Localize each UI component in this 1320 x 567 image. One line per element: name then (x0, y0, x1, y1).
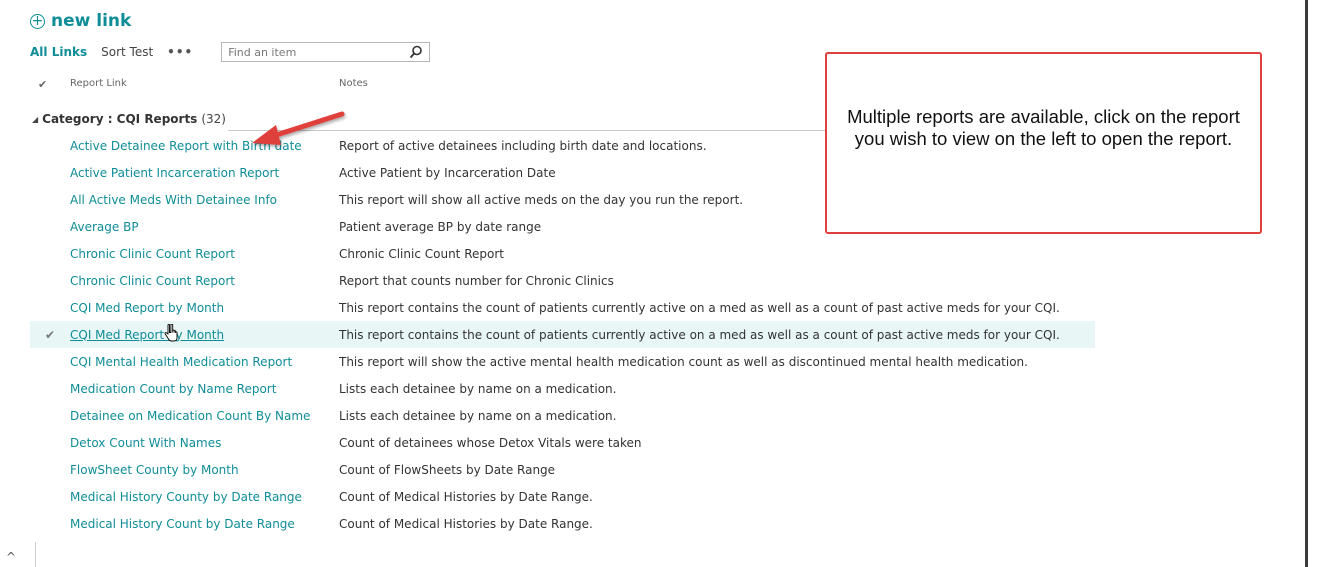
report-link[interactable]: FlowSheet County by Month (70, 463, 339, 477)
report-link[interactable]: Medication Count by Name Report (70, 382, 339, 396)
table-row[interactable]: Medication Count by Name Report Lists eac… (30, 375, 1095, 402)
report-note: Report that counts number for Chronic Cl… (339, 273, 614, 288)
report-note: Report of active detainees including bir… (339, 138, 707, 153)
report-link[interactable]: Detox Count With Names (70, 436, 339, 450)
report-link[interactable]: CQI Med Report by Month (70, 301, 339, 315)
search-input[interactable] (228, 45, 389, 59)
report-note: This report contains the count of patien… (339, 300, 1060, 315)
report-note: This report will show all active meds on… (339, 192, 744, 207)
report-note: This report contains the count of patien… (339, 327, 1060, 342)
report-note: Active Patient by Incarceration Date (339, 165, 556, 180)
report-note: Count of detainees whose Detox Vitals we… (339, 435, 642, 450)
triangle-down-icon[interactable]: ◢ (32, 115, 38, 124)
report-link[interactable]: All Active Meds With Detainee Info (70, 193, 339, 207)
column-header-notes[interactable]: Notes (339, 78, 368, 89)
report-link[interactable]: CQI Med Report by Month (70, 328, 339, 342)
view-selector: All Links Sort Test ••• (30, 40, 431, 64)
column-header-report-link[interactable]: Report Link (70, 78, 127, 89)
search-icon[interactable] (409, 45, 423, 59)
report-note: Count of Medical Histories by Date Range… (339, 489, 593, 504)
report-note: Lists each detainee by name on a medicat… (339, 408, 617, 423)
table-row[interactable]: FlowSheet County by Month Count of FlowSh… (30, 456, 1095, 483)
report-link[interactable]: Active Detainee Report with Birth date (70, 139, 339, 153)
table-row[interactable]: Detox Count With Names Count of detainees… (30, 429, 1095, 456)
hand-pointer-icon (164, 324, 178, 342)
divider (35, 542, 36, 567)
chevron-up-icon[interactable]: ^ (6, 550, 16, 564)
report-link[interactable]: Average BP (70, 220, 339, 234)
report-link[interactable]: Chronic Clinic Count Report (70, 274, 339, 288)
group-label: Category : CQI Reports (42, 112, 198, 126)
table-row[interactable]: ✔ CQI Med Report by Month This report cont… (30, 321, 1095, 348)
plus-circle-icon: + (30, 13, 45, 29)
table-row[interactable]: CQI Med Report by Month This report conta… (30, 294, 1095, 321)
table-row[interactable]: CQI Mental Health Medication Report This … (30, 348, 1095, 375)
table-row[interactable]: Detainee on Medication Count By Name List… (30, 402, 1095, 429)
new-link-button[interactable]: + new link (30, 8, 131, 34)
report-note: Lists each detainee by name on a medicat… (339, 381, 617, 396)
window-edge (1305, 0, 1308, 567)
new-link-label: new link (51, 11, 132, 31)
select-all-checkmark[interactable]: ✔ (38, 78, 47, 91)
search-box (221, 42, 431, 62)
report-note: Patient average BP by date range (339, 219, 542, 234)
row-checkmark[interactable]: ✔ (30, 328, 70, 342)
report-link[interactable]: Chronic Clinic Count Report (70, 247, 339, 261)
report-link[interactable]: Medical History Count by Date Range (70, 517, 339, 531)
report-link[interactable]: CQI Mental Health Medication Report (70, 355, 339, 369)
view-all-links[interactable]: All Links (30, 45, 87, 59)
view-sort-test[interactable]: Sort Test (101, 45, 153, 59)
report-link[interactable]: Active Patient Incarceration Report (70, 166, 339, 180)
report-note: This report will show the active mental … (339, 354, 1028, 369)
table-row[interactable]: Medical History County by Date Range Coun… (30, 483, 1095, 510)
table-row[interactable]: Medical History Count by Date Range Count… (30, 510, 1095, 537)
group-header: ◢ Category : CQI Reports (32) (32, 112, 226, 126)
report-note: Count of Medical Histories by Date Range… (339, 516, 593, 531)
table-row[interactable]: Chronic Clinic Count Report Report that c… (30, 267, 1095, 294)
report-link[interactable]: Detainee on Medication Count By Name (70, 409, 339, 423)
group-count: (32) (201, 112, 226, 126)
report-link[interactable]: Medical History County by Date Range (70, 490, 339, 504)
report-note: Chronic Clinic Count Report (339, 246, 504, 261)
instruction-callout: Multiple reports are available, click on… (825, 52, 1262, 234)
table-row[interactable]: Chronic Clinic Count Report Chronic Clini… (30, 240, 1095, 267)
more-views-button[interactable]: ••• (167, 45, 193, 59)
callout-text: Multiple reports are available, click on… (847, 106, 1240, 149)
report-note: Count of FlowSheets by Date Range (339, 462, 556, 477)
